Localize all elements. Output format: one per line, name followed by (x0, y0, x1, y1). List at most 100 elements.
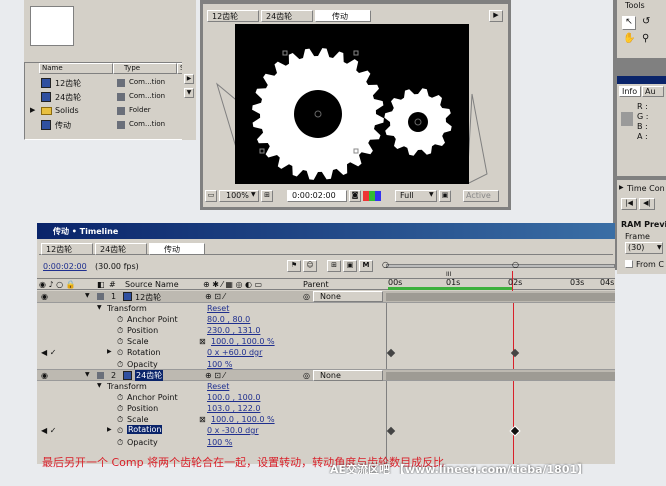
property-row[interactable]: ⏱ Anchor Point 80.0 , 80.0 (37, 314, 386, 325)
keyframe-start[interactable] (386, 426, 396, 436)
property-value[interactable]: 100 % (207, 438, 232, 447)
rotate-tool-icon[interactable]: ↺ (642, 16, 650, 27)
layer-name[interactable]: 12齿轮 (135, 292, 161, 303)
tab-24-gear[interactable]: 24齿轮 (261, 10, 313, 22)
property-value[interactable]: 100 % (207, 360, 232, 369)
stopwatch-active-icon[interactable]: ⏲ (117, 426, 123, 436)
safe-zones-icon[interactable]: ⊞ (261, 190, 273, 202)
stopwatch-icon[interactable]: ⏱ (117, 404, 123, 414)
shy-layers-icon[interactable]: ☺ (303, 260, 317, 272)
camera-view-select[interactable]: Active (463, 190, 499, 202)
frame-blending-icon[interactable]: ⊞ (327, 260, 341, 272)
property-row[interactable]: ⏱ Opacity 100 % (37, 437, 386, 448)
pickwhip-icon[interactable]: ◎ (303, 292, 310, 301)
layer-name[interactable]: 24齿轮 (135, 370, 164, 381)
navigator-start-handle[interactable]: ○ (382, 260, 389, 269)
column-type[interactable]: Type (113, 63, 177, 74)
stopwatch-icon[interactable]: ⏱ (117, 326, 123, 336)
layer-duration-bar[interactable] (386, 293, 615, 301)
tab-transmission[interactable]: 传动 (315, 10, 371, 22)
property-row[interactable]: ⏱ Position 230.0 , 131.0 (37, 325, 386, 336)
zoom-tool-icon[interactable]: ⚲ (642, 33, 649, 44)
keyframe-navigator-icon[interactable]: ◀ ✓ (41, 348, 56, 357)
property-value[interactable]: 0 x -30.0 dgr (207, 426, 259, 435)
current-time-display[interactable]: 0:00:02:00 (43, 262, 87, 271)
navigator-end-handle[interactable]: ○ (512, 260, 519, 269)
stopwatch-icon[interactable]: ⏱ (117, 393, 123, 403)
scroll-right-icon[interactable]: ▶ (184, 74, 194, 84)
eye-icon[interactable]: ◉ (41, 292, 48, 301)
stopwatch-active-icon[interactable]: ⏲ (117, 348, 123, 358)
first-frame-icon[interactable]: |◀ (621, 198, 637, 210)
property-row[interactable]: ◀ ✓ ▶ ⏲ Rotation 0 x -30.0 dgr (37, 425, 615, 437)
property-value[interactable]: 230.0 , 131.0 (207, 326, 260, 335)
layer-row[interactable]: ◉ ▼ 1 12齿轮 ⊕ ⊡ ⁄ ◎ None (37, 291, 615, 303)
constrain-proportions-icon[interactable]: ⊠ (199, 415, 206, 424)
tab-audio[interactable]: Au (642, 86, 664, 97)
expand-triangle-icon[interactable]: ▶ (107, 426, 112, 433)
label-color-swatch[interactable] (97, 293, 104, 300)
layer-switch-icons[interactable]: ⊕ ⊡ ⁄ (205, 371, 225, 380)
stopwatch-icon[interactable]: ⏱ (117, 438, 123, 448)
property-row[interactable]: ⏱ Position 103.0 , 122.0 (37, 403, 386, 414)
property-row[interactable]: ◀ ✓ ▶ ⏲ Rotation 0 x +60.0 dgr (37, 347, 615, 359)
stopwatch-icon[interactable]: ⏱ (117, 315, 123, 325)
expand-triangle-icon[interactable]: ▼ (97, 382, 102, 389)
keyframe-navigator-icon[interactable]: ◀ ✓ (41, 426, 56, 435)
selection-tool-icon[interactable]: ↖ (622, 16, 636, 30)
expand-triangle-icon[interactable]: ▼ (97, 304, 102, 311)
selection-handle[interactable] (282, 50, 288, 56)
project-item[interactable]: 12齿轮 Com...tion (25, 77, 195, 90)
work-area-bar[interactable] (386, 264, 615, 268)
tab-12-gear[interactable]: 12齿轮 (207, 10, 259, 22)
property-row[interactable]: ⏱ Scale ⊠ 100.0 , 100.0 % (37, 336, 386, 347)
tab-info[interactable]: Info (619, 86, 641, 97)
comp-marker-icon[interactable]: ⚑ (287, 260, 301, 272)
graph-editor-icon[interactable]: M (359, 260, 373, 272)
hand-tool-icon[interactable]: ✋ (623, 33, 635, 44)
constrain-proportions-icon[interactable]: ⊠ (199, 337, 206, 346)
reset-link[interactable]: Reset (207, 304, 229, 313)
layer-switch-icons[interactable]: ⊕ ⊡ ⁄ (205, 292, 225, 301)
selection-handle[interactable] (353, 50, 359, 56)
source-name-header[interactable]: Source Name (125, 280, 179, 289)
timecode-display[interactable]: 0:00:02:00 (287, 190, 347, 202)
column-name[interactable]: Name (39, 63, 113, 74)
scroll-down-icon[interactable]: ▼ (184, 88, 194, 98)
keyframe-end[interactable] (509, 425, 521, 437)
pickwhip-icon[interactable]: ◎ (303, 371, 310, 380)
parent-select[interactable]: None (313, 291, 383, 302)
property-value[interactable]: 0 x +60.0 dgr (207, 348, 262, 357)
tab-transmission[interactable]: 传动 (149, 243, 205, 255)
snapshot-icon[interactable]: ◙ (349, 190, 361, 202)
stopwatch-icon[interactable]: ⏱ (117, 415, 123, 425)
property-value[interactable]: 80.0 , 80.0 (207, 315, 250, 324)
property-row[interactable]: ⏱ Scale ⊠ 100.0 , 100.0 % (37, 414, 386, 425)
transform-group[interactable]: ▼ Transform Reset (37, 303, 386, 314)
keyframe-end[interactable] (510, 348, 520, 358)
layer-duration-bar[interactable] (386, 372, 615, 380)
expand-triangle-icon[interactable]: ▶ (107, 348, 112, 355)
reset-link[interactable]: Reset (207, 382, 229, 391)
color-channels-icon[interactable] (363, 191, 381, 201)
expand-triangle-icon[interactable]: ▼ (85, 292, 90, 299)
parent-header[interactable]: Parent (303, 280, 329, 289)
viewer-menu-icon[interactable]: ▶ (489, 10, 503, 22)
from-current-checkbox[interactable] (625, 260, 633, 268)
expand-triangle-icon[interactable]: ▶ (30, 106, 35, 114)
motion-blur-icon[interactable]: ▣ (343, 260, 357, 272)
tab-12-gear[interactable]: 12齿轮 (41, 243, 93, 255)
property-value[interactable]: 100.0 , 100.0 % (211, 337, 275, 346)
keyframe-start[interactable] (386, 348, 396, 358)
label-color-swatch[interactable] (97, 372, 104, 379)
region-icon[interactable]: ▭ (205, 190, 217, 202)
roi-icon[interactable]: ▣ (439, 190, 451, 202)
eye-icon[interactable]: ◉ (41, 371, 48, 380)
prev-frame-icon[interactable]: ◀| (639, 198, 655, 210)
parent-select[interactable]: None (313, 370, 383, 381)
project-item[interactable]: 24齿轮 Com...tion (25, 91, 195, 104)
expand-triangle-icon[interactable]: ▼ (85, 371, 90, 378)
property-value[interactable]: 103.0 , 122.0 (207, 404, 260, 413)
property-value[interactable]: 100.0 , 100.0 (207, 393, 260, 402)
project-item[interactable]: 传动 Com...tion (25, 119, 195, 132)
